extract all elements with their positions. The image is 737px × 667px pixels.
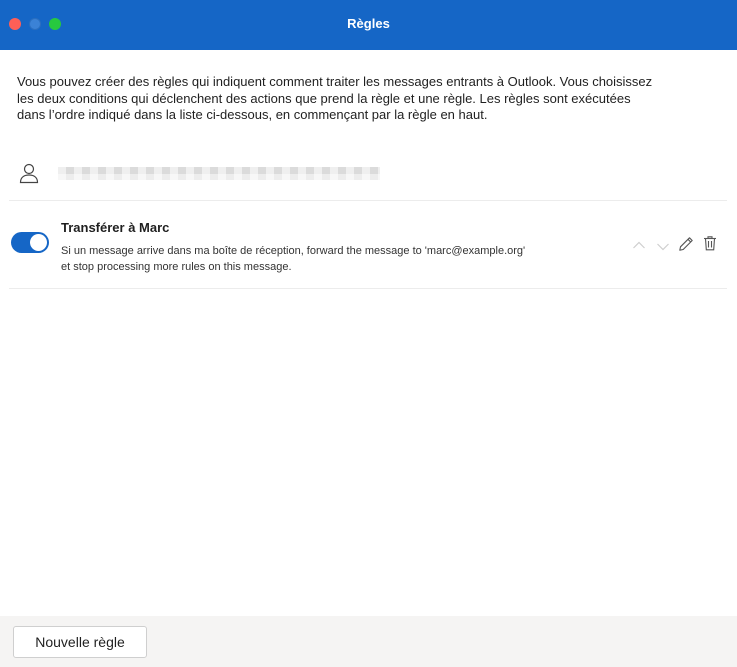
new-rule-button[interactable]: Nouvelle règle [13, 626, 147, 658]
person-icon [19, 163, 39, 184]
trash-icon[interactable] [701, 234, 719, 252]
rule-enabled-toggle[interactable] [11, 232, 49, 253]
rule-description-line-2: et stop processing more rules on this me… [61, 261, 292, 273]
account-row [18, 162, 718, 186]
rule-row: Transférer à Marc Si un message arrive d… [9, 201, 727, 288]
divider [9, 288, 727, 289]
window-title: Règles [347, 16, 390, 31]
edit-pencil-icon[interactable] [677, 235, 695, 253]
rule-description: Si un message arrive dans ma boîte de ré… [61, 243, 541, 275]
rules-intro-text: Vous pouvez créer des règles qui indique… [17, 74, 653, 122]
account-email-redacted [58, 167, 380, 180]
move-down-icon[interactable] [654, 237, 672, 255]
rule-name: Transférer à Marc [61, 220, 170, 235]
rules-window: Règles Vous pouvez créer des règles qui … [0, 0, 737, 667]
title-bar: Règles [0, 0, 737, 50]
toggle-knob [30, 234, 47, 251]
footer-bar: Nouvelle règle [0, 616, 737, 667]
move-up-icon[interactable] [630, 237, 648, 255]
rule-description-line-1: Si un message arrive dans ma boîte de ré… [61, 245, 526, 257]
